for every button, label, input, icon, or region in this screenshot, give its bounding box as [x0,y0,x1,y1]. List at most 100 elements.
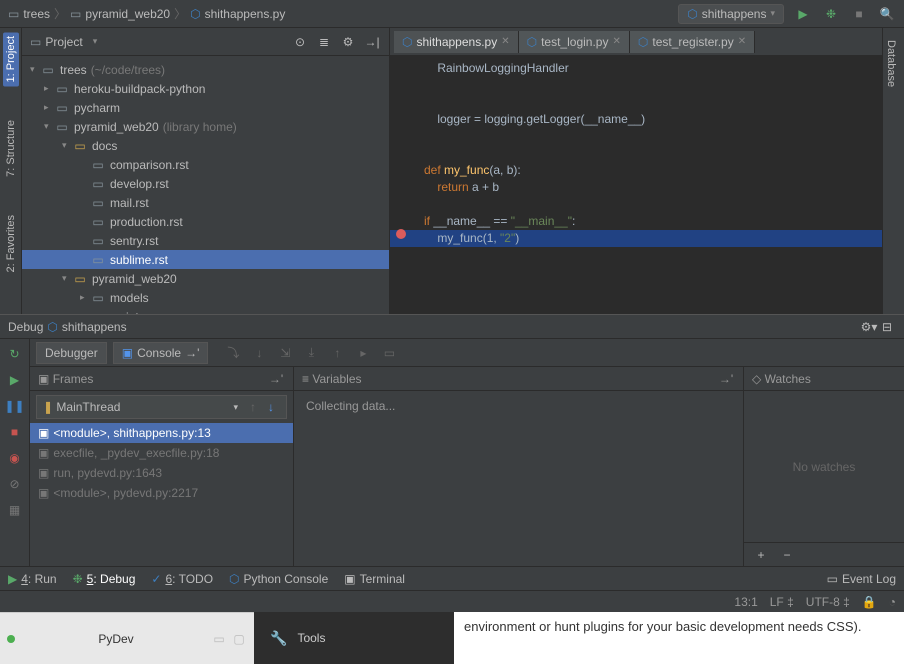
restore-layout-icon[interactable]: ⊟ [878,318,896,336]
line-separator[interactable]: LF ‡ [770,595,794,609]
tree-item[interactable]: ▾▭pyramid_web20(library home) [22,117,389,136]
code-line[interactable] [390,196,904,213]
stack-frame[interactable]: ▣run, pydevd.py:1643 [30,463,293,483]
minimize-icon[interactable]: ▭ [210,630,228,648]
tree-item[interactable]: ▸▭heroku-buildpack-python [22,79,389,98]
tools-menu[interactable]: 🔧 Tools [254,612,454,664]
pane-menu-icon[interactable]: →' [267,370,285,388]
expand-arrow-icon[interactable]: ▾ [62,140,72,151]
prev-frame-icon[interactable]: ↑ [244,398,262,416]
view-breakpoints-icon[interactable]: ◉ [6,449,24,467]
collapse-all-icon[interactable]: ≣ [315,33,333,51]
tool-tab-database[interactable]: Database [883,36,899,91]
resume-icon[interactable]: ▶ [6,371,24,389]
tree-item[interactable]: ▸▭scripts [22,307,389,314]
close-icon[interactable]: ✕ [612,36,620,47]
close-icon[interactable]: ✕ [738,36,746,47]
rerun-icon[interactable]: ↻ [6,345,24,363]
tree-item[interactable]: ▾▭docs [22,136,389,155]
breakpoint-icon[interactable] [396,229,406,239]
tool-tab-todo[interactable]: ✓6: TODO [151,572,213,586]
pane-menu-icon[interactable]: →' [717,370,735,388]
chevron-down-icon[interactable]: ▾ [93,36,98,47]
search-icon[interactable]: 🔍 [878,5,896,23]
stop-icon[interactable]: ■ [6,423,24,441]
debug-icon[interactable]: ❉ [822,5,840,23]
breadcrumb-item[interactable]: ▭pyramid_web20 [70,7,170,21]
editor-tab[interactable]: ⬡shithappens.py✕ [394,31,519,53]
code-line[interactable] [390,94,904,111]
scroll-to-source-icon[interactable]: ⊙ [291,33,309,51]
tool-tab-run[interactable]: ▶4: Run [8,572,57,586]
pause-icon[interactable]: ❚❚ [6,397,24,415]
tree-item[interactable]: ▭mail.rst [22,193,389,212]
stop-icon[interactable]: ■ [850,5,868,23]
caret-position[interactable]: 13:1 [734,595,757,609]
tool-tab-debug[interactable]: ❉5: Debug [73,572,136,586]
force-step-into-icon[interactable]: ⤓ [302,344,320,362]
code-line[interactable]: RainbowLoggingHandler [390,60,904,77]
expand-arrow-icon[interactable]: ▾ [62,273,72,284]
code-line[interactable]: def my_func(a, b): [390,162,904,179]
tree-root[interactable]: ▾ ▭ trees (~/code/trees) [22,60,389,79]
expand-arrow-icon[interactable]: ▸ [80,292,90,303]
code-line[interactable]: my_func(1, "2") [390,230,904,247]
layout-icon[interactable]: ▦ [6,501,24,519]
tree-item[interactable]: ▭sentry.rst [22,231,389,250]
tree-item[interactable]: ▭sublime.rst [22,250,389,269]
editor-tab[interactable]: ⬡test_register.py✕ [630,31,755,53]
expand-arrow-icon[interactable]: ▾ [44,121,54,132]
code-editor[interactable]: RainbowLoggingHandler logger = logging.g… [390,56,904,314]
expand-arrow-icon[interactable]: ▸ [44,102,54,113]
tool-tab-python-console[interactable]: ⬡Python Console [229,572,328,586]
step-into-my-code-icon[interactable]: ⇲ [276,344,294,362]
stack-frame[interactable]: ▣<module>, shithappens.py:13 [30,423,293,443]
tree-item[interactable]: ▸▭pycharm [22,98,389,117]
tool-tab-project[interactable]: 1: Project [3,32,19,86]
tree-item[interactable]: ▾▭pyramid_web20 [22,269,389,288]
tab-console[interactable]: ▣Console→' [113,342,209,364]
step-over-icon[interactable]: ⤵ [224,344,242,362]
expand-arrow-icon[interactable]: ▸ [80,311,90,314]
tree-item[interactable]: ▭production.rst [22,212,389,231]
step-into-icon[interactable]: ↓ [250,344,268,362]
tree-item[interactable]: ▸▭models [22,288,389,307]
close-icon[interactable]: ✕ [501,36,509,47]
run-to-cursor-icon[interactable]: ▸ [354,344,372,362]
evaluate-expression-icon[interactable]: ▭ [380,344,398,362]
add-watch-icon[interactable]: + [752,546,770,564]
project-tree[interactable]: ▾ ▭ trees (~/code/trees) ▸▭heroku-buildp… [22,56,389,314]
settings-icon[interactable]: ⚙ [339,33,357,51]
code-line[interactable] [390,145,904,162]
expand-arrow-icon[interactable]: ▸ [44,83,54,94]
read-only-toggle-icon[interactable]: 🔒 [862,595,877,609]
stack-frame[interactable]: ▣<module>, pydevd.py:2217 [30,483,293,503]
tool-tab-favorites[interactable]: 2: Favorites [3,211,19,276]
maximize-icon[interactable]: ▢ [230,630,248,648]
run-config-selector[interactable]: ⬡shithappens▾ [678,4,784,24]
hide-icon[interactable]: →| [363,33,381,51]
code-line[interactable] [390,77,904,94]
stack-frame[interactable]: ▣execfile, _pydev_execfile.py:18 [30,443,293,463]
tab-debugger[interactable]: Debugger [36,342,107,364]
breadcrumb-item[interactable]: ⬡shithappens.py [190,7,285,21]
remove-watch-icon[interactable]: − [778,546,796,564]
file-encoding[interactable]: UTF-8 ‡ [806,595,850,609]
code-line[interactable]: logger = logging.getLogger(__name__) [390,111,904,128]
tool-tab-structure[interactable]: 7: Structure [3,116,19,181]
next-frame-icon[interactable]: ↓ [262,398,280,416]
tool-tab-terminal[interactable]: ▣Terminal [344,572,405,586]
tree-item[interactable]: ▭comparison.rst [22,155,389,174]
expand-arrow-icon[interactable]: ▾ [30,64,40,75]
code-line[interactable]: return a + b [390,179,904,196]
editor-tab[interactable]: ⬡test_login.py✕ [519,31,630,53]
code-line[interactable] [390,128,904,145]
tool-tab-event-log[interactable]: ▭Event Log [827,572,896,586]
tree-item[interactable]: ▭develop.rst [22,174,389,193]
code-line[interactable]: if __name__ == "__main__": [390,213,904,230]
settings-icon[interactable]: ⚙▾ [860,318,878,336]
step-out-icon[interactable]: ↑ [328,344,346,362]
inspector-icon[interactable]: ◔ [889,595,896,609]
gutter[interactable] [390,56,420,314]
mute-breakpoints-icon[interactable]: ⊘ [6,475,24,493]
